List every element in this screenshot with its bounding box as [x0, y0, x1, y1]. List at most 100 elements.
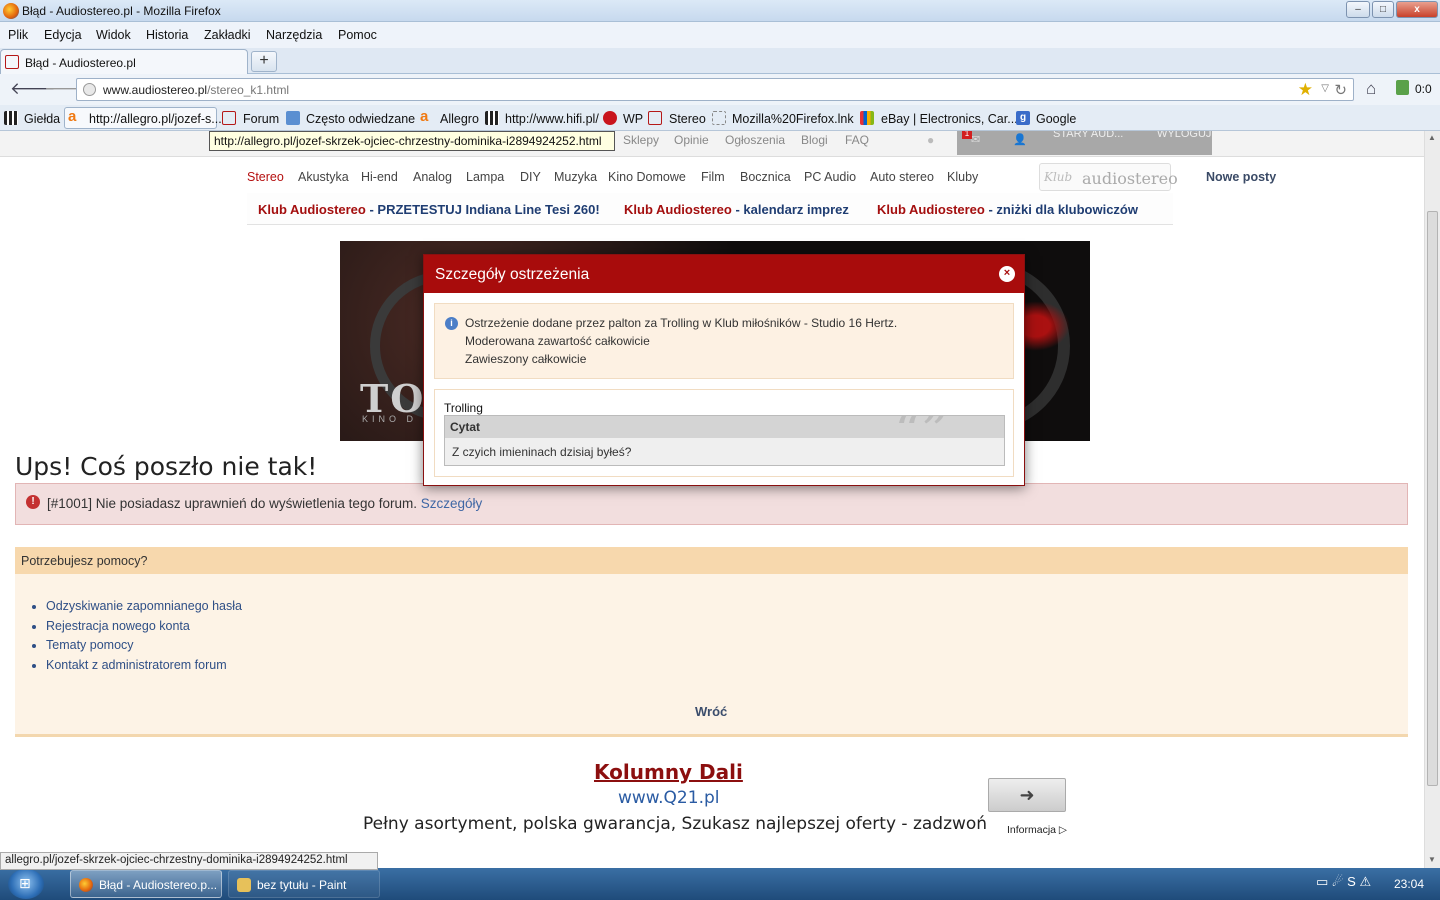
menu-view[interactable]: Widok [96, 28, 131, 42]
new-posts-link[interactable]: Nowe posty [1206, 170, 1276, 184]
promo-text: - PRZETESTUJ Indiana Line Tesi 260! [365, 202, 600, 217]
bookmark-gielda[interactable]: Giełda [24, 112, 60, 126]
help-link-topics[interactable]: Tematy pomocy [46, 636, 242, 656]
bookmark-forum[interactable]: Forum [243, 112, 279, 126]
bookmark-allegro[interactable]: Allegro [440, 112, 479, 126]
ad-arrow-button[interactable]: ➜ [988, 778, 1066, 812]
menu-edit[interactable]: Edycja [44, 28, 82, 42]
promo-link-3[interactable]: Klub Audiostereo - zniżki dla klubowiczó… [877, 202, 1138, 217]
promo-brand: Klub Audiostereo [624, 202, 732, 217]
menu-history[interactable]: Historia [146, 28, 188, 42]
bookmark-google[interactable]: Google [1036, 112, 1076, 126]
menu-help[interactable]: Pomoc [338, 28, 377, 42]
taskbar-item-firefox[interactable]: Błąd - Audiostereo.p... [70, 870, 222, 898]
promo-link-2[interactable]: Klub Audiostereo - kalendarz imprez [624, 202, 849, 217]
klub-audiostereo-logo[interactable]: Klub audiostereo [1039, 163, 1178, 191]
scroll-up-icon[interactable]: ▲ [1428, 133, 1436, 142]
reload-icon[interactable]: ↻ [1334, 81, 1347, 99]
ad-info-link[interactable]: Informacja ▷ [1007, 824, 1067, 836]
error-message-box: ! [#1001] Nie posiadasz uprawnień do wyś… [15, 483, 1408, 525]
start-button[interactable]: ⊞ [8, 869, 44, 899]
user-box[interactable]: ✉ 👤 STARY AUD... WYLOGUJ [957, 131, 1212, 155]
audiostereo-icon [5, 55, 19, 69]
bookmark-wp[interactable]: WP [623, 112, 643, 126]
bookmark-hifi[interactable]: http://www.hifi.pl/ [505, 112, 599, 126]
taskbar-item-paint[interactable]: bez tytułu - Paint [228, 870, 380, 898]
nav-opinie[interactable]: Opinie [674, 133, 709, 147]
cat-bocznica[interactable]: Bocznica [740, 170, 791, 184]
nav-ogloszenia[interactable]: Ogłoszenia [725, 133, 785, 147]
help-link-register[interactable]: Rejestracja nowego konta [46, 617, 242, 637]
warning-details-dialog: Szczegóły ostrzeżenia × i Ostrzeżenie do… [423, 254, 1025, 486]
google-icon: g [1016, 111, 1030, 125]
scrollbar-thumb[interactable] [1427, 211, 1438, 786]
nav-blogi[interactable]: Blogi [801, 133, 828, 147]
firefox-icon [79, 878, 93, 892]
bookmark-ebay[interactable]: eBay | Electronics, Car... [881, 112, 1018, 126]
bookmark-mozilla-lnk[interactable]: Mozilla%20Firefox.lnk [732, 112, 854, 126]
bookmark-allegro-link-label[interactable]: http://allegro.pl/jozef-s... [89, 112, 222, 126]
page-scrollbar[interactable]: ▲ ▼ [1424, 131, 1440, 868]
bookmark-star-icon[interactable]: ★ [1298, 80, 1313, 100]
cat-stereo[interactable]: Stereo [247, 170, 284, 184]
status-bar: allegro.pl/jozef-skrzek-ojciec-chrzestny… [0, 852, 378, 870]
tab-active[interactable]: Błąd - Audiostereo.pl [0, 49, 248, 74]
ebay-icon [860, 111, 874, 125]
audiostereo-icon [222, 111, 236, 125]
error-details-link[interactable]: Szczegóły [421, 496, 483, 511]
cat-pc-audio[interactable]: PC Audio [804, 170, 856, 184]
dialog-close-button[interactable]: × [999, 266, 1015, 282]
taskbar-item-label: bez tytułu - Paint [257, 878, 347, 892]
system-tray-icons[interactable]: ▭ ☄ S ⚠ [1316, 874, 1371, 890]
back-link[interactable]: Wróć [695, 704, 727, 719]
warning-info-line: Moderowana zawartość całkowicie [465, 334, 650, 348]
notification-badge: 1 [962, 131, 972, 139]
minimize-button[interactable]: – [1346, 1, 1370, 18]
nav-sklepy[interactable]: Sklepy [623, 133, 659, 147]
cat-kino-domowe[interactable]: Kino Domowe [608, 170, 686, 184]
username-menu[interactable]: STARY AUD... [1053, 131, 1123, 140]
bookmark-czesto-odwiedzane[interactable]: Często odwiedzane [306, 112, 415, 126]
home-icon[interactable]: ⌂ [1366, 79, 1376, 99]
cat-auto-stereo[interactable]: Auto stereo [870, 170, 934, 184]
cat-analog[interactable]: Analog [413, 170, 452, 184]
help-link-contact-admin[interactable]: Kontakt z administratorem forum [46, 656, 242, 676]
cat-lampa[interactable]: Lampa [466, 170, 504, 184]
promo-text: - zniżki dla klubowiczów [984, 202, 1138, 217]
cat-hi-end[interactable]: Hi-end [361, 170, 398, 184]
maximize-button[interactable]: □ [1372, 1, 1394, 18]
menu-file[interactable]: Plik [8, 28, 28, 42]
bookmark-stereo[interactable]: Stereo [669, 112, 706, 126]
cat-diy[interactable]: DIY [520, 170, 541, 184]
url-dropdown-icon[interactable]: ▽ [1321, 83, 1329, 94]
scroll-down-icon[interactable]: ▼ [1428, 855, 1436, 864]
new-tab-button[interactable]: + [251, 51, 277, 72]
help-title: Potrzebujesz pomocy? [21, 554, 148, 568]
smart-folder-icon [286, 111, 300, 125]
taskbar-clock[interactable]: 23:04 [1394, 877, 1424, 891]
cat-muzyka[interactable]: Muzyka [554, 170, 597, 184]
addon-icon[interactable] [1396, 80, 1409, 95]
blank-page-icon [712, 111, 726, 125]
cat-akustyka[interactable]: Akustyka [298, 170, 349, 184]
category-nav: Stereo Akustyka Hi-end Analog Lampa DIY … [0, 163, 1424, 193]
cat-film[interactable]: Film [701, 170, 725, 184]
nav-faq[interactable]: FAQ [845, 133, 869, 147]
logout-link[interactable]: WYLOGUJ [1157, 131, 1211, 140]
message-icon[interactable]: ✉ [971, 133, 980, 146]
menu-tools[interactable]: Narzędzia [266, 28, 322, 42]
menu-bar: Plik Edycja Widok Historia Zakładki Narz… [0, 22, 1440, 48]
close-window-button[interactable]: x [1396, 1, 1438, 18]
help-link-password-recovery[interactable]: Odzyskiwanie zapomnianego hasła [46, 597, 242, 617]
promo-link-1[interactable]: Klub Audiostereo - PRZETESTUJ Indiana Li… [258, 202, 600, 217]
window-titlebar: Błąd - Audiostereo.pl - Mozilla Firefox … [0, 0, 1440, 22]
user-icon[interactable]: 👤 [1013, 133, 1027, 146]
menu-bookmarks[interactable]: Zakładki [204, 28, 251, 42]
window-title: Błąd - Audiostereo.pl - Mozilla Firefox [22, 4, 221, 18]
cat-kluby[interactable]: Kluby [947, 170, 978, 184]
quote-label: Cytat [450, 420, 481, 434]
ad-url-link[interactable]: www.Q21.pl [618, 788, 720, 808]
tab-label: Błąd - Audiostereo.pl [25, 56, 136, 70]
ad-title-link[interactable]: Kolumny Dali [594, 760, 743, 784]
url-bar[interactable]: www.audiostereo.pl/stereo_k1.html ★ ▽ ↻ [76, 78, 1354, 101]
